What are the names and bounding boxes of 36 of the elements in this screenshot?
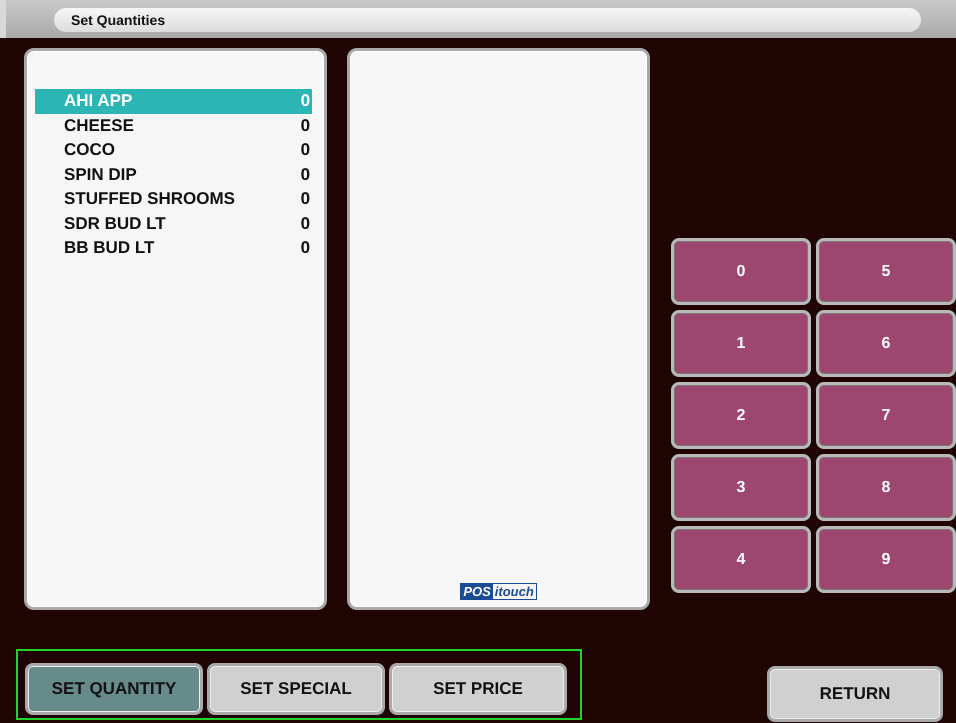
mode-button[interactable]: SET SPECIAL	[207, 663, 385, 715]
window-title: Set Quantities	[54, 8, 921, 32]
item-quantity: 0	[300, 214, 310, 234]
keypad-key[interactable]: 7	[816, 382, 956, 449]
keypad-key[interactable]: 1	[671, 310, 811, 377]
item-name: SPIN DIP	[64, 164, 137, 185]
keypad-key[interactable]: 3	[671, 454, 811, 521]
item-quantity: 0	[300, 140, 310, 160]
item-name: BB BUD LT	[64, 238, 154, 258]
item-quantity: 0	[300, 164, 310, 185]
item-name: SDR BUD LT	[64, 214, 166, 234]
item-row[interactable]: BB BUD LT 0	[35, 236, 312, 260]
keypad-key[interactable]: 6	[816, 310, 956, 377]
item-name: AHI APP	[64, 91, 132, 112]
item-quantity: 0	[300, 116, 310, 136]
item-row[interactable]: SDR BUD LT 0	[35, 212, 312, 236]
item-quantity: 0	[300, 189, 310, 210]
return-button[interactable]: RETURN	[767, 666, 943, 722]
item-quantity: 0	[300, 238, 310, 258]
item-row[interactable]: CHEESE 0	[35, 114, 312, 138]
keypad-key[interactable]: 5	[816, 238, 956, 305]
mode-button[interactable]: SET PRICE	[389, 663, 567, 715]
item-row[interactable]: SPIN DIP 0	[35, 162, 312, 187]
keypad-key[interactable]: 8	[816, 454, 956, 521]
keypad-key[interactable]: 0	[671, 238, 811, 305]
item-quantity: 0	[300, 91, 310, 112]
logo: POS itouch	[460, 583, 537, 600]
item-row[interactable]: COCO 0	[35, 138, 312, 162]
item-row[interactable]: STUFFED SHROOMS 0	[35, 187, 312, 212]
keypad-key[interactable]: 4	[671, 526, 811, 593]
item-name: STUFFED SHROOMS	[64, 189, 235, 210]
item-name: CHEESE	[64, 116, 134, 136]
keypad-key[interactable]: 2	[671, 382, 811, 449]
item-name: COCO	[64, 140, 115, 160]
mode-button[interactable]: SET QUANTITY	[25, 663, 203, 715]
keypad-key[interactable]: 9	[816, 526, 956, 593]
